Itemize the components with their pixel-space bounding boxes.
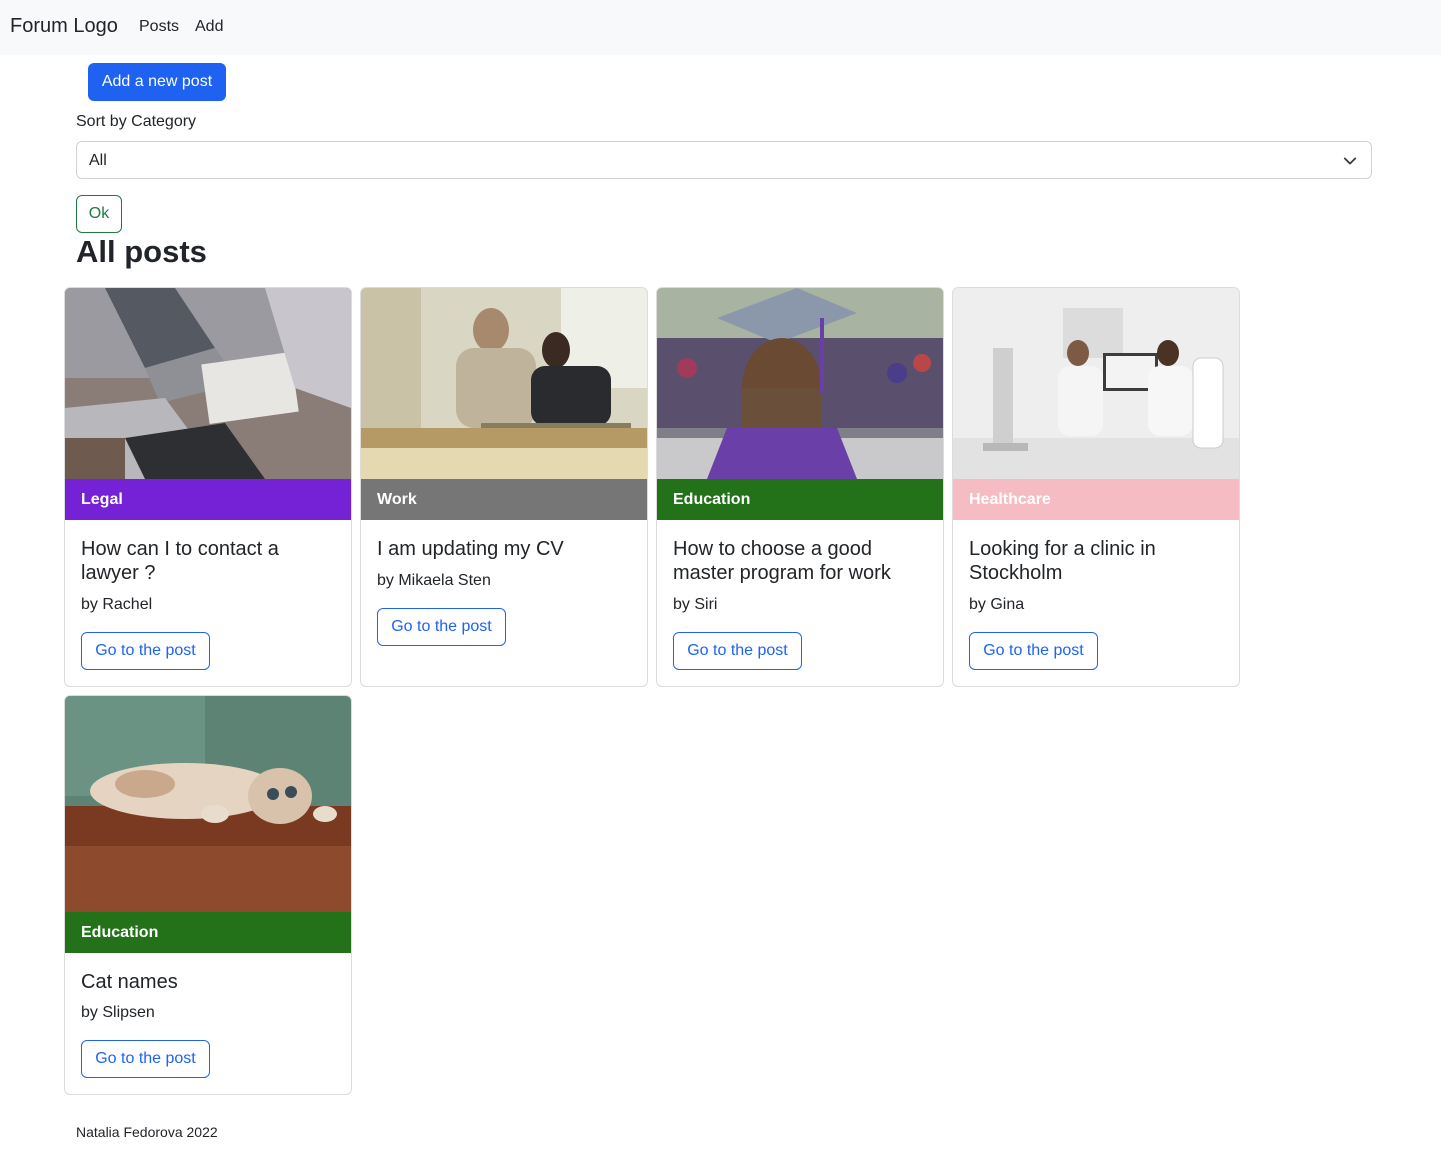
category-bar: Education [65,912,351,953]
post-card: Legal How can I to contact a lawyer ? by… [64,287,352,687]
post-author: by Slipsen [81,1004,155,1021]
category-bar: Healthcare [953,479,1239,520]
go-to-post-button[interactable]: Go to the post [969,632,1098,670]
go-to-post-button[interactable]: Go to the post [81,1040,210,1078]
post-title: How can I to contact a lawyer ? [81,538,279,584]
category-label: Education [81,924,159,941]
post-title: Cat names [81,971,178,993]
category-label: Education [673,491,751,508]
category-label: Legal [81,491,123,508]
go-to-post-button[interactable]: Go to the post [377,608,506,646]
laptop-meeting-photo [65,288,351,479]
post-card: Education How to choose a good master pr… [656,287,944,687]
category-select[interactable]: All [76,141,1372,179]
category-label: Work [377,491,417,508]
post-title: How to choose a good master program for … [673,538,891,584]
nav-link-posts[interactable]: Posts [139,18,179,36]
graduation-photo [657,288,943,479]
category-label: Healthcare [969,491,1051,508]
post-card: Work I am updating my CV by Mikaela Sten… [360,287,648,687]
nav-link-add[interactable]: Add [195,18,223,36]
page-title: All posts [76,234,207,269]
go-to-post-button[interactable]: Go to the post [81,632,210,670]
add-post-button[interactable]: Add a new post [88,63,226,101]
post-card: Healthcare Looking for a clinic in Stock… [952,287,1240,687]
post-author: by Gina [969,596,1025,613]
ok-button[interactable]: Ok [76,195,122,233]
post-title: Looking for a clinic in Stockholm [969,538,1156,584]
post-author: by Siri [673,596,718,613]
sort-category-label: Sort by Category [76,113,197,130]
post-author: by Rachel [81,596,153,613]
category-bar: Legal [65,479,351,520]
category-bar: Education [657,479,943,520]
navbar: Forum Logo Posts Add [0,0,1441,55]
category-select-value: All [89,152,107,169]
interview-photo [361,288,647,479]
cat-photo [65,696,351,912]
chevron-down-icon [1343,157,1357,165]
clinic-photo [953,288,1239,479]
post-card: Education Cat names by Slipsen Go to the… [64,695,352,1095]
category-bar: Work [361,479,647,520]
post-author: by Mikaela Sten [377,572,491,589]
post-title: I am updating my CV [377,538,564,560]
go-to-post-button[interactable]: Go to the post [673,632,802,670]
footer-text: Natalia Fedorova 2022 [76,1124,218,1140]
brand-logo[interactable]: Forum Logo [10,15,118,38]
